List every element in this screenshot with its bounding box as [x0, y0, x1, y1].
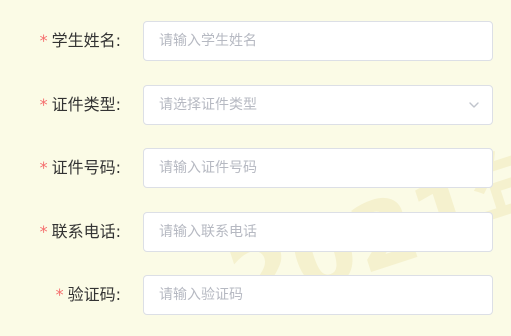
required-mark: * [39, 95, 48, 114]
contact-phone-field[interactable] [143, 212, 493, 252]
required-mark: * [39, 31, 48, 50]
contact-phone-label-text: 联系电话: [51, 222, 121, 241]
chevron-down-icon[interactable] [468, 100, 480, 110]
id-number-input[interactable] [144, 149, 492, 187]
id-number-field[interactable] [143, 148, 493, 188]
student-name-input[interactable] [144, 22, 492, 60]
student-registration-form: *学生姓名: *证件类型: *证件号码: [0, 0, 511, 336]
form-row-student-name: * 学生姓名: [0, 21, 511, 61]
student-name-label-text: 学生姓名: [51, 31, 121, 50]
verification-code-label: * 验证码: [56, 275, 121, 315]
id-number-label: * 证件号码: [40, 148, 121, 188]
verification-code-label-text: 验证码: [67, 285, 121, 304]
id-number-label-text: 证件号码: [51, 158, 121, 177]
required-mark: * [39, 158, 48, 177]
student-name-field[interactable] [143, 21, 493, 61]
required-mark: * [55, 285, 64, 304]
student-form-page: 2021年 *学生姓名: *证件类型: [0, 0, 511, 336]
form-row-verification-code: * 验证码: [0, 275, 511, 315]
required-mark: * [39, 222, 48, 241]
id-type-select-input[interactable] [144, 86, 492, 124]
verification-code-field[interactable] [143, 275, 493, 315]
contact-phone-input[interactable] [144, 213, 492, 251]
id-type-select[interactable] [143, 85, 493, 125]
student-name-label: * 学生姓名: [40, 21, 121, 61]
id-type-label-text: 证件类型: [51, 95, 121, 114]
contact-phone-label: * 联系电话: [40, 212, 121, 252]
form-row-contact-phone: * 联系电话: [0, 212, 511, 252]
id-type-label: * 证件类型: [40, 85, 121, 125]
verification-code-input[interactable] [144, 276, 492, 314]
form-row-id-number: * 证件号码: [0, 148, 511, 188]
form-row-id-type: * 证件类型: [0, 85, 511, 125]
